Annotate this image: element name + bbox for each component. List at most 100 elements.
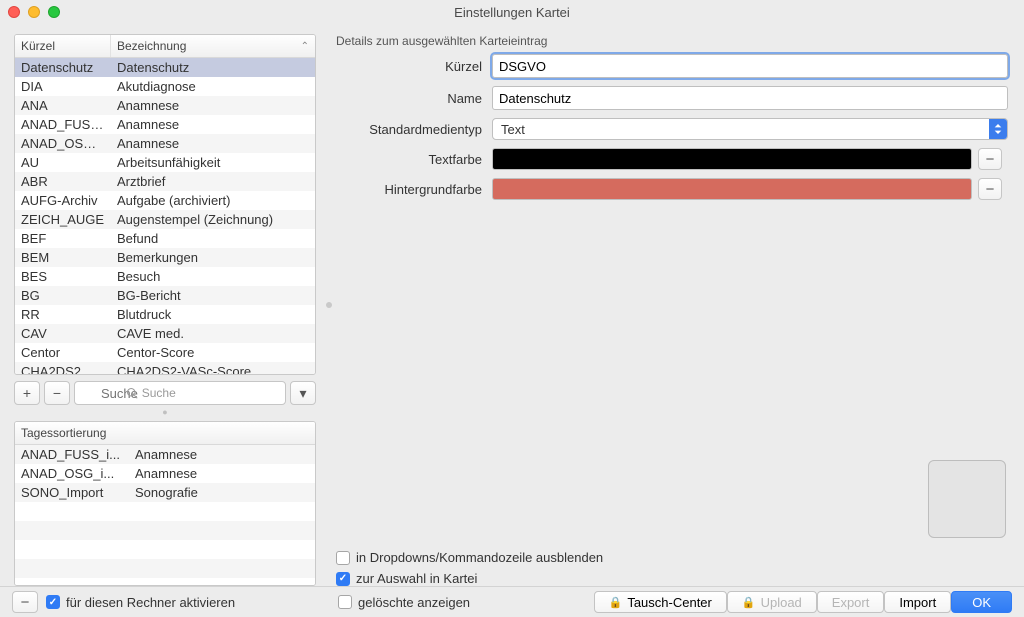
upload-button[interactable]: 🔒 Upload — [727, 591, 817, 613]
cell-kuerzel: ZEICH_AUGE — [15, 210, 111, 229]
kartei-table-body[interactable]: DatenschutzDatenschutzDIAAkutdiagnoseANA… — [15, 58, 315, 374]
table-row[interactable]: BESBesuch — [15, 267, 315, 286]
cell-bezeichnung: Anamnese — [129, 445, 315, 464]
table-row[interactable]: BEFBefund — [15, 229, 315, 248]
lock-icon: 🔒 — [742, 596, 756, 609]
show-deleted-checkbox[interactable]: gelöschte anzeigen — [338, 595, 470, 610]
cell-bezeichnung: Akutdiagnose — [111, 77, 315, 96]
select-in-kartei-checkbox[interactable]: zur Auswahl in Kartei — [336, 571, 1008, 586]
textcolor-swatch[interactable] — [492, 148, 972, 170]
cell-bezeichnung: Blutdruck — [111, 305, 315, 324]
table-row[interactable]: CentorCentor-Score — [15, 343, 315, 362]
label-mediatype: Standardmedientyp — [336, 122, 486, 137]
tagessortierung-table: Tagessortierung ANAD_FUSS_i...AnamneseAN… — [14, 421, 316, 586]
activate-for-computer-label: für diesen Rechner aktivieren — [66, 595, 235, 610]
cell-kuerzel: ABR — [15, 172, 111, 191]
cell-kuerzel: ANAD_OSG_i... — [15, 464, 129, 483]
label-name: Name — [336, 91, 486, 106]
chevron-updown-icon — [989, 119, 1007, 139]
remove-entry-button[interactable]: − — [44, 381, 70, 405]
cell-bezeichnung: CHA2DS2-VASc-Score — [111, 362, 315, 374]
table-row[interactable]: AUArbeitsunfähigkeit — [15, 153, 315, 172]
tagessortierung-body[interactable]: ANAD_FUSS_i...AnamneseANAD_OSG_i...Anamn… — [15, 445, 315, 585]
column-header-tagessortierung[interactable]: Tagessortierung — [15, 422, 315, 444]
cell-bezeichnung: Anamnese — [111, 96, 315, 115]
cell-kuerzel: BEF — [15, 229, 111, 248]
table-row[interactable]: ABRArztbrief — [15, 172, 315, 191]
preview-thumbnail — [928, 460, 1006, 538]
cell-kuerzel: CAV — [15, 324, 111, 343]
cell-bezeichnung: Arztbrief — [111, 172, 315, 191]
label-textcolor: Textfarbe — [336, 152, 486, 167]
table-row[interactable]: ZEICH_AUGEAugenstempel (Zeichnung) — [15, 210, 315, 229]
cell-kuerzel: DIA — [15, 77, 111, 96]
cell-kuerzel: AUFG-Archiv — [15, 191, 111, 210]
cell-bezeichnung: Anamnese — [111, 134, 315, 153]
activate-for-computer-checkbox[interactable]: für diesen Rechner aktivieren — [46, 595, 235, 610]
cell-kuerzel: BEM — [15, 248, 111, 267]
cell-bezeichnung: Arbeitsunfähigkeit — [111, 153, 315, 172]
pane-resize-handle[interactable]: ● — [14, 407, 316, 417]
table-row[interactable]: ANAD_FUSS_i...Anamnese — [15, 445, 315, 464]
hide-in-dropdown-checkbox[interactable]: in Dropdowns/Kommandozeile ausblenden — [336, 550, 1008, 565]
vertical-splitter[interactable] — [322, 24, 336, 586]
kuerzel-input[interactable] — [492, 54, 1008, 78]
cell-bezeichnung: Besuch — [111, 267, 315, 286]
name-input[interactable] — [492, 86, 1008, 110]
table-row[interactable]: ANAAnamnese — [15, 96, 315, 115]
table-row[interactable]: CHA2DS2CHA2DS2-VASc-Score — [15, 362, 315, 374]
cell-kuerzel: AU — [15, 153, 111, 172]
table-row[interactable]: RRBlutdruck — [15, 305, 315, 324]
window-titlebar: Einstellungen Kartei — [0, 0, 1024, 24]
select-in-kartei-label: zur Auswahl in Kartei — [356, 571, 477, 586]
export-button[interactable]: Export — [817, 591, 885, 613]
ok-button[interactable]: OK — [951, 591, 1012, 613]
table-row[interactable]: AUFG-ArchivAufgabe (archiviert) — [15, 191, 315, 210]
bgcolor-swatch[interactable] — [492, 178, 972, 200]
table-row[interactable]: ANAD_OSG_i...Anamnese — [15, 134, 315, 153]
cell-kuerzel: BES — [15, 267, 111, 286]
cell-bezeichnung: Augenstempel (Zeichnung) — [111, 210, 315, 229]
table-row[interactable]: DatenschutzDatenschutz — [15, 58, 315, 77]
search-input[interactable] — [74, 381, 286, 405]
table-row[interactable]: ANAD_OSG_i...Anamnese — [15, 464, 315, 483]
cell-kuerzel: CHA2DS2 — [15, 362, 111, 374]
lock-icon: 🔒 — [609, 596, 623, 609]
table-row[interactable]: DIAAkutdiagnose — [15, 77, 315, 96]
add-entry-button[interactable]: + — [14, 381, 40, 405]
import-button[interactable]: Import — [884, 591, 951, 613]
checkbox-icon — [46, 595, 60, 609]
table-row[interactable]: CAVCAVE med. — [15, 324, 315, 343]
cell-kuerzel: Datenschutz — [15, 58, 111, 77]
tausch-center-button[interactable]: 🔒 Tausch-Center — [594, 591, 727, 613]
filter-dropdown-button[interactable]: ▾ — [290, 381, 316, 405]
cell-kuerzel: SONO_Import — [15, 483, 129, 502]
cell-bezeichnung: Bemerkungen — [111, 248, 315, 267]
cell-bezeichnung: Sonografie — [129, 483, 315, 502]
cell-bezeichnung: Befund — [111, 229, 315, 248]
column-header-kuerzel[interactable]: Kürzel — [15, 35, 111, 57]
mediatype-select[interactable]: Text — [492, 118, 1008, 140]
table-row[interactable]: BGBG-Bericht — [15, 286, 315, 305]
window-title: Einstellungen Kartei — [0, 5, 1024, 20]
details-section-title: Details zum ausgewählten Karteieintrag — [336, 34, 1008, 48]
checkbox-icon — [336, 551, 350, 565]
cell-kuerzel: ANA — [15, 96, 111, 115]
clear-textcolor-button[interactable]: − — [978, 148, 1002, 170]
mediatype-value: Text — [501, 122, 525, 137]
show-deleted-label: gelöschte anzeigen — [358, 595, 470, 610]
clear-bgcolor-button[interactable]: − — [978, 178, 1002, 200]
kartei-table: Kürzel Bezeichnung DatenschutzDatenschut… — [14, 34, 316, 375]
hide-in-dropdown-label: in Dropdowns/Kommandozeile ausblenden — [356, 550, 603, 565]
table-row[interactable]: SONO_ImportSonografie — [15, 483, 315, 502]
table-row[interactable]: BEMBemerkungen — [15, 248, 315, 267]
table-row[interactable]: ANAD_FUSS_...Anamnese — [15, 115, 315, 134]
column-header-bezeichnung[interactable]: Bezeichnung — [111, 35, 315, 57]
cell-bezeichnung: Datenschutz — [111, 58, 315, 77]
cell-kuerzel: BG — [15, 286, 111, 305]
checkbox-icon — [336, 572, 350, 586]
footer-remove-button[interactable]: − — [12, 591, 38, 613]
checkbox-icon — [338, 595, 352, 609]
cell-bezeichnung: Aufgabe (archiviert) — [111, 191, 315, 210]
cell-bezeichnung: Anamnese — [129, 464, 315, 483]
